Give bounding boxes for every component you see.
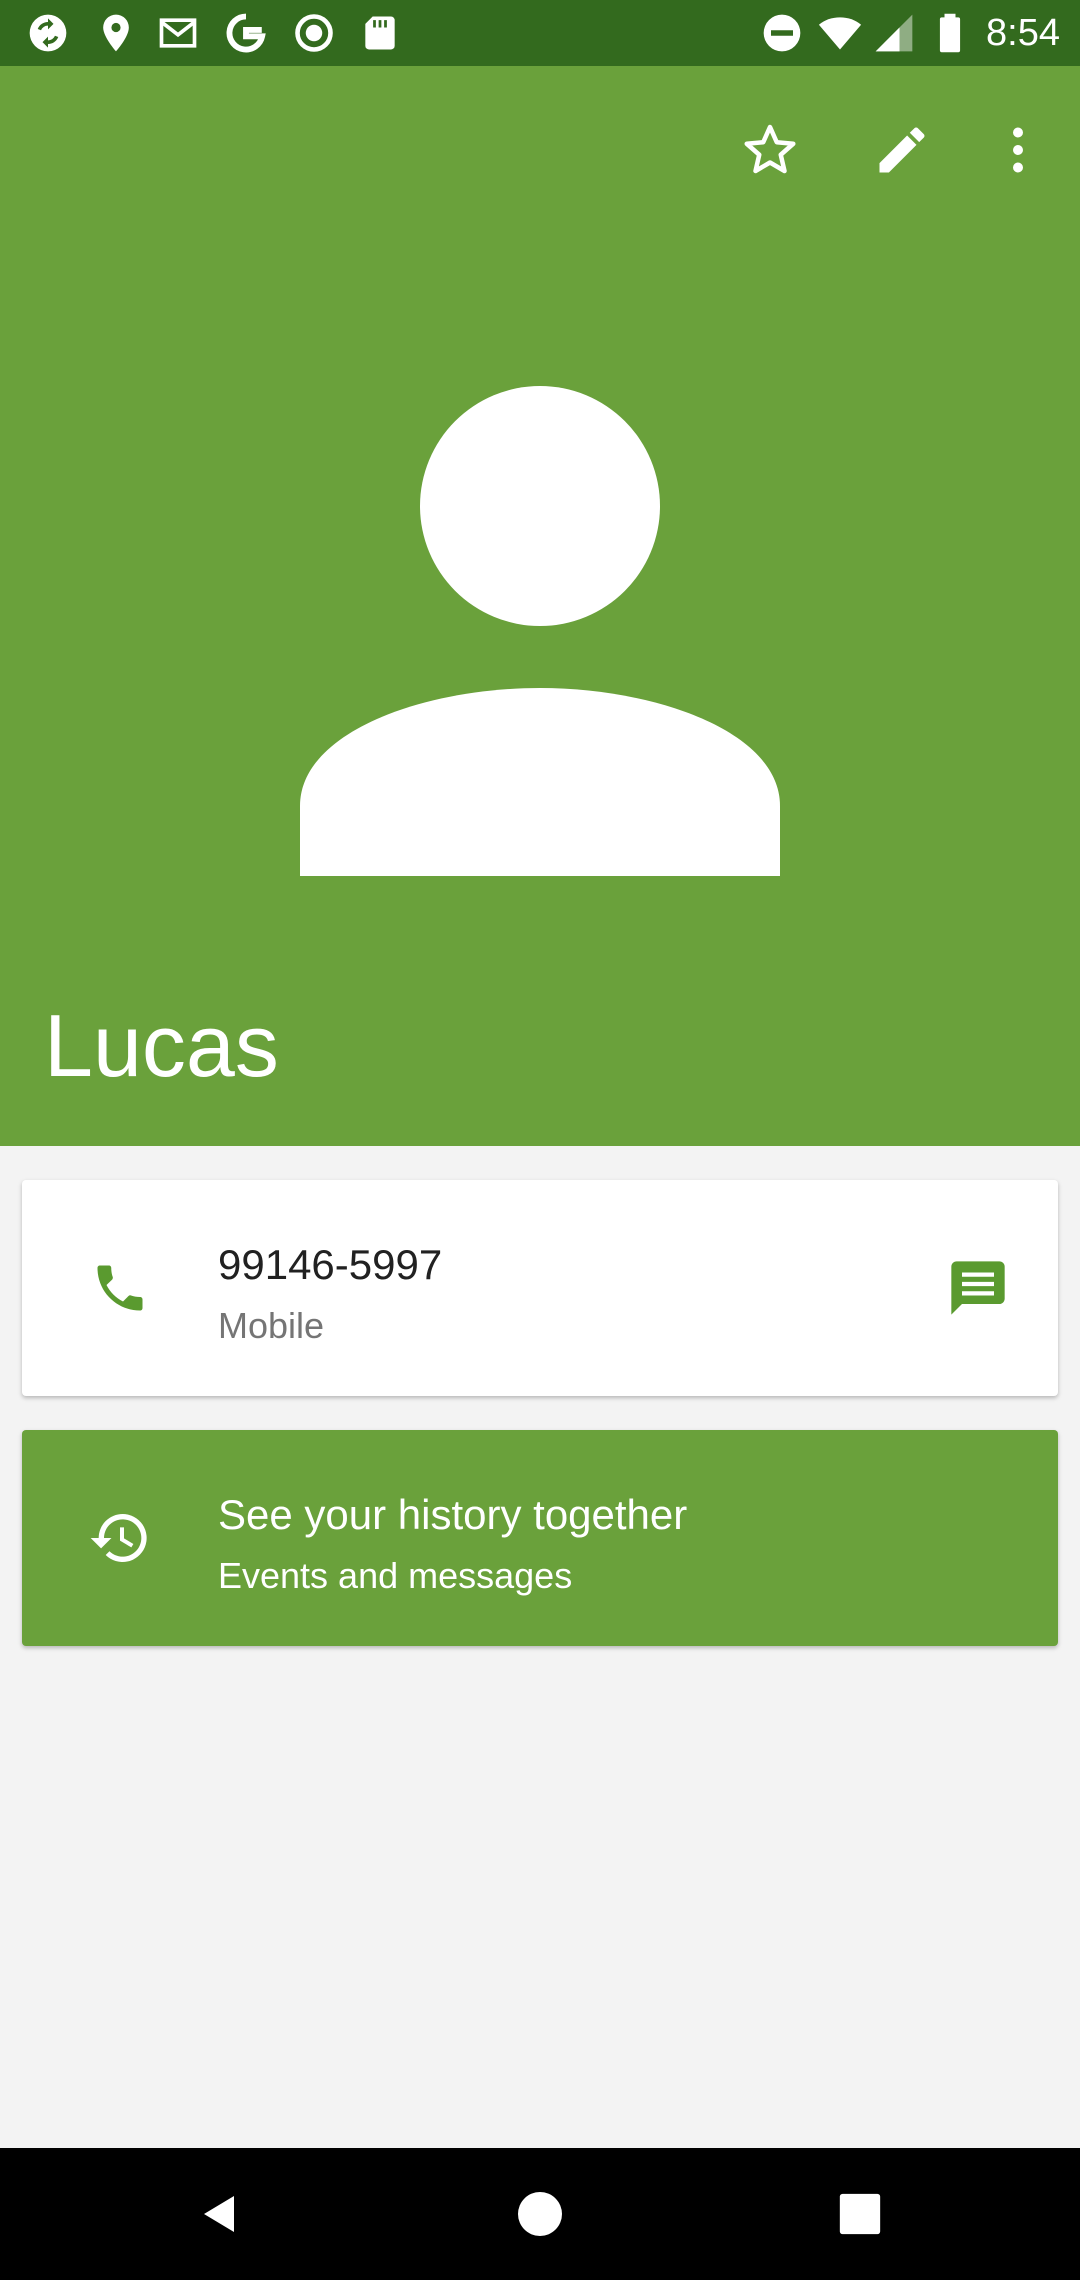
phone-number-card[interactable]: 99146-5997 Mobile	[22, 1180, 1058, 1396]
edit-icon	[879, 127, 925, 173]
location-icon	[103, 14, 129, 52]
wifi-icon	[818, 17, 862, 50]
recents-button[interactable]	[820, 2174, 900, 2254]
phone-number: 99146-5997	[218, 1241, 443, 1288]
phone-icon	[97, 1265, 143, 1311]
status-bar: 8:54	[0, 0, 1080, 66]
history-icon-wrap	[76, 1494, 164, 1582]
edit-button[interactable]	[854, 102, 950, 198]
signal-icon	[875, 14, 913, 52]
star-icon	[744, 124, 796, 174]
contact-name: Lucas	[44, 996, 279, 1095]
home-icon	[518, 2192, 562, 2236]
history-subtitle: Events and messages	[218, 1555, 573, 1596]
history-icon	[90, 1514, 147, 1562]
more-vert-icon	[1013, 127, 1023, 173]
do-not-disturb-icon	[763, 14, 801, 52]
avatar-placeholder-icon	[300, 386, 780, 876]
record-icon	[295, 14, 333, 52]
back-button[interactable]	[180, 2174, 260, 2254]
contact-header: Lucas	[0, 66, 1080, 1146]
sd-card-icon	[365, 16, 395, 50]
google-icon	[226, 13, 266, 53]
sync-icon	[29, 14, 67, 52]
back-icon	[204, 2196, 234, 2232]
home-button[interactable]	[500, 2174, 580, 2254]
battery-icon	[939, 13, 961, 53]
history-title: See your history together	[218, 1491, 688, 1538]
call-button[interactable]	[76, 1244, 164, 1332]
send-message-button[interactable]	[934, 1244, 1022, 1332]
navigation-bar	[0, 2148, 1080, 2280]
phone-type: Mobile	[218, 1305, 325, 1346]
favorite-button[interactable]	[722, 102, 818, 198]
more-options-button[interactable]	[970, 102, 1066, 198]
recents-icon	[839, 2193, 881, 2235]
status-time: 8:54	[986, 12, 1060, 54]
message-icon	[951, 1261, 1005, 1315]
gmail-icon	[159, 18, 197, 48]
history-card[interactable]: See your history together Events and mes…	[22, 1430, 1058, 1646]
